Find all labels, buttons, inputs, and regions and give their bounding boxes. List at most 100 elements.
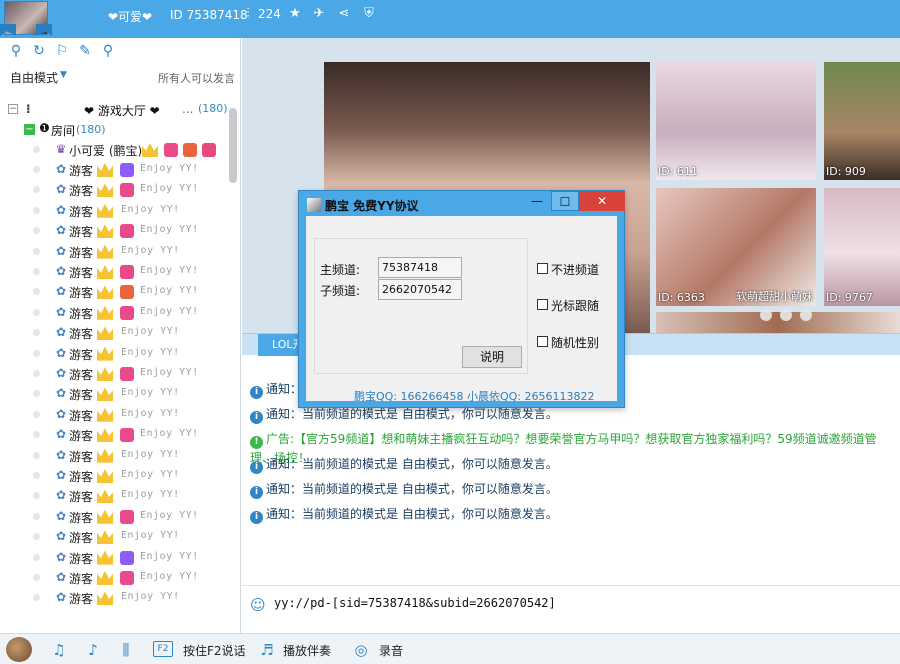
status-dot: [33, 472, 40, 479]
list-item-user[interactable]: ✿ 游客 Enjoy YY!: [0, 242, 228, 262]
equalizer-icon[interactable]: ⫼: [117, 641, 135, 659]
guest-icon: ✿: [55, 549, 67, 564]
list-item-user[interactable]: ✿ 游客 Enjoy YY!: [0, 425, 228, 445]
user-nickname[interactable]: ❤可爱❤: [108, 8, 152, 25]
list-item-user[interactable]: ✿ 游客 Enjoy YY!: [0, 527, 228, 547]
list-item-user[interactable]: ✿ 游客 Enjoy YY!: [0, 262, 228, 282]
list-item-user[interactable]: ✿ 游客 Enjoy YY!: [0, 180, 228, 200]
maximize-button[interactable]: ☐: [551, 191, 579, 211]
list-item-user[interactable]: ✿ 游客 Enjoy YY!: [0, 588, 228, 608]
list-item-user[interactable]: ♛ 小可爱 (鹏宝): [0, 140, 228, 160]
list-item-user[interactable]: ✿ 游客 Enjoy YY!: [0, 344, 228, 364]
emoji-icon[interactable]: ☺: [250, 596, 268, 614]
location-icon[interactable]: ⚐: [54, 43, 70, 59]
list-item-user[interactable]: ✿ 游客 Enjoy YY!: [0, 201, 228, 221]
enjoy-tag: Enjoy YY!: [140, 285, 199, 297]
person-icon[interactable]: ⚲: [8, 43, 24, 59]
share-icon[interactable]: ⋖: [336, 6, 352, 22]
guest-icon: ✿: [55, 162, 67, 176]
plane-icon[interactable]: ✈: [311, 6, 327, 22]
status-dot: [33, 533, 40, 541]
list-item-user[interactable]: ✿ 游客 Enjoy YY!: [0, 160, 228, 180]
minimize-button[interactable]: —: [523, 191, 551, 211]
star-icon[interactable]: ★: [287, 6, 303, 22]
list-item-user[interactable]: ✿ 游客 Enjoy YY!: [0, 221, 228, 241]
main-channel-field[interactable]: 75387418: [378, 257, 462, 278]
edit-icon[interactable]: ✎: [77, 43, 93, 59]
enjoy-tag: Enjoy YY!: [121, 346, 180, 358]
crown-icon: [97, 489, 113, 504]
close-button[interactable]: ✕: [579, 191, 625, 211]
photo-caption: 软萌超甜小萌妹: [736, 290, 813, 303]
search-icon[interactable]: ⚲: [100, 43, 116, 59]
chat-input-area[interactable]: ☺ yy://pd-[sid=75387418&subid=2662070542…: [242, 585, 900, 631]
photo-card[interactable]: ID: 6363 软萌超甜小萌妹: [656, 188, 816, 306]
list-item-user[interactable]: ✿ 游客 Enjoy YY!: [0, 323, 228, 343]
record-button[interactable]: 录音: [379, 642, 403, 659]
photo-card[interactable]: [656, 312, 900, 333]
notice-prefix: 通知：: [266, 507, 303, 521]
f2-key-icon[interactable]: F2: [153, 641, 173, 657]
no-enter-checkbox[interactable]: [537, 263, 548, 274]
list-item-user[interactable]: ✿ 游客 Enjoy YY!: [0, 384, 228, 404]
photo-card[interactable]: ID: 909: [824, 62, 900, 180]
list-item-user[interactable]: ✿ 游客 Enjoy YY!: [0, 405, 228, 425]
notice-prefix: 通知：: [266, 457, 303, 471]
badge-icon: [120, 163, 134, 177]
list-item-user[interactable]: ✿ 游客 Enjoy YY!: [0, 282, 228, 302]
music-icon[interactable]: ♬: [258, 641, 276, 659]
notice-prefix: 通知：: [266, 407, 303, 421]
guest-icon: ✿: [55, 182, 67, 197]
carousel-dot[interactable]: [760, 309, 772, 321]
list-item-user[interactable]: ✿ 游客 Enjoy YY!: [0, 466, 228, 486]
enjoy-tag: Enjoy YY!: [140, 265, 199, 276]
crown-icon: [97, 591, 113, 606]
tree-row-hall[interactable]: − ⁝ ❤ 游戏大厅 ❤ ... (180): [0, 100, 228, 120]
random-gender-checkbox[interactable]: [537, 336, 548, 347]
carousel-dot[interactable]: [800, 309, 812, 321]
mode-dropdown[interactable]: 自由模式: [10, 69, 58, 86]
cursor-follow-checkbox[interactable]: [537, 299, 548, 310]
list-item-user[interactable]: ✿ 游客 Enjoy YY!: [0, 364, 228, 384]
tree-row-room[interactable]: − ❶ 房间 (180): [0, 120, 228, 140]
list-item-user[interactable]: ✿ 游客 Enjoy YY!: [0, 568, 228, 588]
speaker-icon[interactable]: ♫: [50, 641, 68, 659]
cursor-follow-label: 光标跟随: [551, 299, 600, 313]
record-icon[interactable]: ◎: [352, 641, 370, 659]
chat-input[interactable]: yy://pd-[sid=75387418&subid=2662070542]: [274, 596, 556, 610]
list-item-user[interactable]: ✿ 游客 Enjoy YY!: [0, 446, 228, 466]
user-name: 游客: [69, 388, 94, 403]
microphone-icon[interactable]: ♪: [84, 641, 102, 659]
scrollbar[interactable]: [229, 108, 237, 183]
chevron-down-icon[interactable]: ▼: [60, 70, 67, 80]
list-item-user[interactable]: ✿ 游客 Enjoy YY!: [0, 548, 228, 568]
play-accompaniment-button[interactable]: 播放伴奏: [283, 642, 331, 659]
list-item-user[interactable]: ✿ 游客 Enjoy YY!: [0, 486, 228, 506]
collapse-icon[interactable]: −: [8, 104, 18, 114]
explain-button[interactable]: 说明: [462, 346, 522, 368]
user-name: 游客: [69, 592, 94, 607]
avatar[interactable]: [6, 637, 32, 662]
crown-icon: [97, 509, 113, 524]
crown-icon: [97, 550, 113, 565]
badge-icon: [120, 509, 134, 524]
push-to-talk-button[interactable]: 按住F2说话: [183, 642, 246, 659]
crown-icon: [97, 163, 113, 177]
carousel-dot[interactable]: [780, 309, 792, 321]
photo-card[interactable]: ID: 611: [656, 62, 816, 180]
user-name: 游客: [69, 449, 94, 464]
guest-icon: ✿: [55, 508, 67, 523]
enjoy-tag: Enjoy YY!: [140, 163, 199, 174]
crown-icon: [97, 346, 113, 361]
sub-channel-field[interactable]: 2662070542: [378, 279, 462, 300]
refresh-icon[interactable]: ↻: [31, 43, 47, 59]
list-item-user[interactable]: ✿ 游客 Enjoy YY!: [0, 507, 228, 527]
user-name: 游客: [69, 510, 94, 525]
collapse-icon[interactable]: −: [24, 124, 35, 135]
status-dot: [33, 451, 40, 459]
enjoy-tag: Enjoy YY!: [140, 571, 199, 582]
list-item-user[interactable]: ✿ 游客 Enjoy YY!: [0, 303, 228, 323]
shield-icon[interactable]: ⛨: [361, 6, 377, 22]
fans-icon: ⫶: [246, 6, 250, 21]
photo-card[interactable]: ID: 9767: [824, 188, 900, 306]
